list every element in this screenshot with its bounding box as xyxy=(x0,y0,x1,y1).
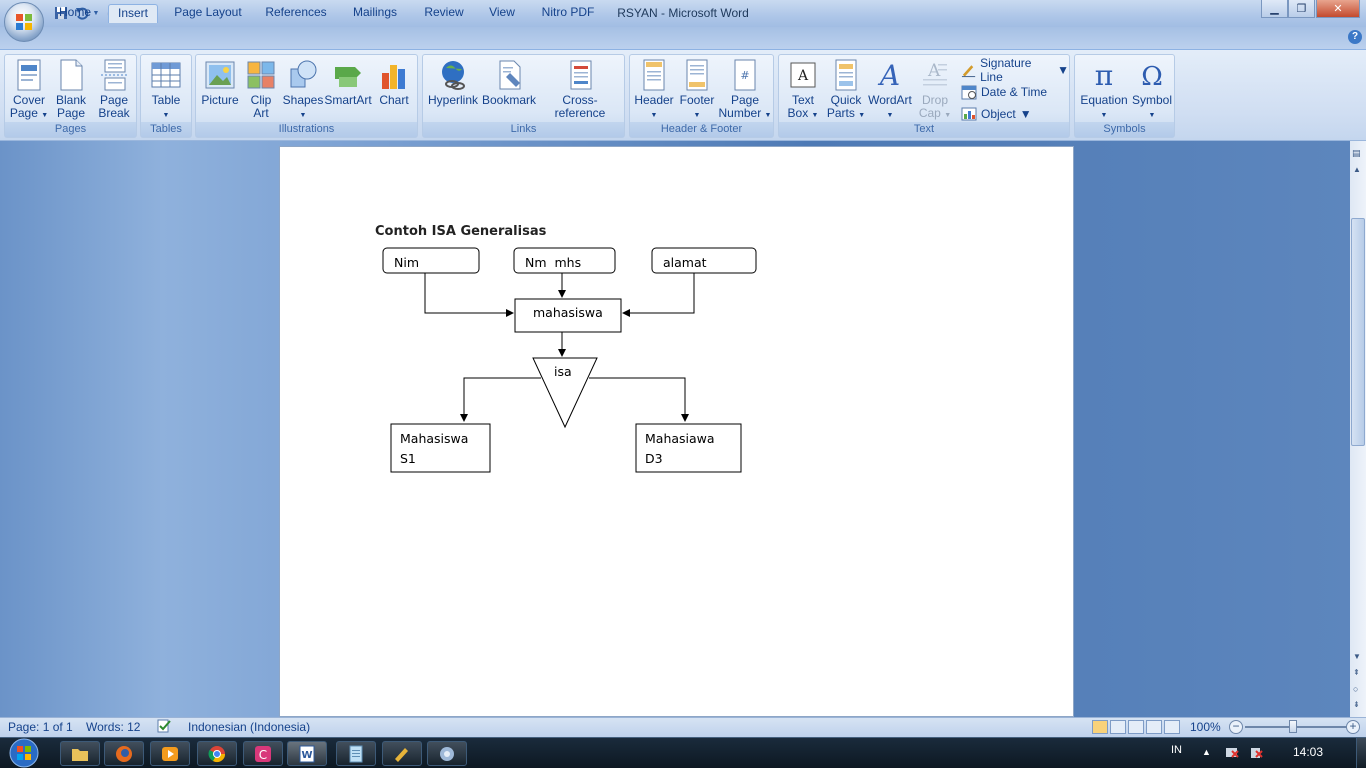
web-layout-view-icon[interactable] xyxy=(1128,720,1144,734)
app-c-icon: C xyxy=(255,745,271,762)
status-language[interactable]: Indonesian (Indonesia) xyxy=(188,720,310,734)
draft-view-icon[interactable] xyxy=(1164,720,1180,734)
taskbar-chrome[interactable] xyxy=(197,741,237,766)
chrome-icon xyxy=(208,745,226,762)
taskbar-app-settings[interactable] xyxy=(427,741,467,766)
svg-text:C: C xyxy=(259,748,267,762)
select-browse-object-icon[interactable]: ○ xyxy=(1353,684,1358,694)
print-layout-view-icon[interactable] xyxy=(1092,720,1108,734)
next-page-icon[interactable]: ⇟ xyxy=(1353,700,1360,709)
attribute-alamat-label: alamat xyxy=(663,255,707,270)
zoom-in-icon[interactable]: + xyxy=(1346,720,1360,734)
full-screen-reading-view-icon[interactable] xyxy=(1110,720,1126,734)
show-hidden-icons-icon[interactable]: ▲ xyxy=(1202,747,1211,757)
status-page[interactable]: Page: 1 of 1 xyxy=(8,720,73,734)
taskbar-notepad[interactable] xyxy=(336,741,376,766)
attribute-nm-mhs-label: Nm mhs xyxy=(525,255,582,270)
taskbar-clock[interactable]: 14:03 xyxy=(1288,745,1328,759)
media-player-icon xyxy=(162,746,178,761)
connector-nim xyxy=(424,273,514,317)
network-status-icon[interactable] xyxy=(1225,745,1239,762)
connector-isa-d3 xyxy=(589,377,689,422)
zoom-slider-thumb[interactable] xyxy=(1289,720,1297,733)
taskbar-firefox[interactable] xyxy=(104,741,144,766)
office-button[interactable] xyxy=(4,2,44,42)
taskbar-word[interactable]: W xyxy=(287,741,327,766)
taskbar-explorer[interactable] xyxy=(60,741,100,766)
start-button[interactable] xyxy=(3,737,45,768)
subclass-d3-label-line1: Mahasiawa xyxy=(645,431,715,446)
subclass-d3-label-line2: D3 xyxy=(645,451,663,466)
show-desktop-button[interactable] xyxy=(1356,738,1366,768)
scroll-up-icon[interactable]: ▲ xyxy=(1353,165,1361,174)
zoom-level[interactable]: 100% xyxy=(1190,720,1221,734)
word-icon: W xyxy=(299,745,315,762)
vertical-scroll-thumb[interactable] xyxy=(1351,218,1365,446)
office-logo-icon xyxy=(16,14,32,30)
taskbar-app-c[interactable]: C xyxy=(243,741,283,766)
previous-page-icon[interactable]: ⇞ xyxy=(1353,668,1360,677)
scroll-down-icon[interactable]: ▼ xyxy=(1353,652,1361,661)
language-indicator[interactable]: IN xyxy=(1171,744,1182,756)
taskbar-media-player[interactable] xyxy=(150,741,190,766)
ruler-toggle-icon[interactable]: ▤ xyxy=(1352,148,1361,159)
entity-mahasiswa-label: mahasiswa xyxy=(533,305,603,320)
subclass-s1-label-line1: Mahasiswa xyxy=(400,431,469,446)
notepad-icon xyxy=(349,745,363,762)
svg-text:W: W xyxy=(301,750,312,761)
connector-isa-s1 xyxy=(460,377,541,422)
windows-logo-icon xyxy=(9,738,39,767)
control-panel-icon xyxy=(440,746,454,761)
firefox-icon xyxy=(116,745,132,762)
connector-alamat xyxy=(622,273,695,317)
isa-label: isa xyxy=(554,364,572,379)
pen-tool-icon xyxy=(395,747,408,762)
taskbar-app-pen[interactable] xyxy=(382,741,422,766)
zoom-out-icon[interactable]: − xyxy=(1229,720,1243,734)
isa-diagram xyxy=(382,247,757,473)
status-words[interactable]: Words: 12 xyxy=(86,720,140,734)
attribute-nim-label: Nim xyxy=(394,255,419,270)
subclass-s1-label-line2: S1 xyxy=(400,451,416,466)
proofing-icon[interactable] xyxy=(156,719,172,736)
folder-icon xyxy=(72,748,88,761)
outline-view-icon[interactable] xyxy=(1146,720,1162,734)
battery-status-icon[interactable] xyxy=(1249,745,1263,762)
